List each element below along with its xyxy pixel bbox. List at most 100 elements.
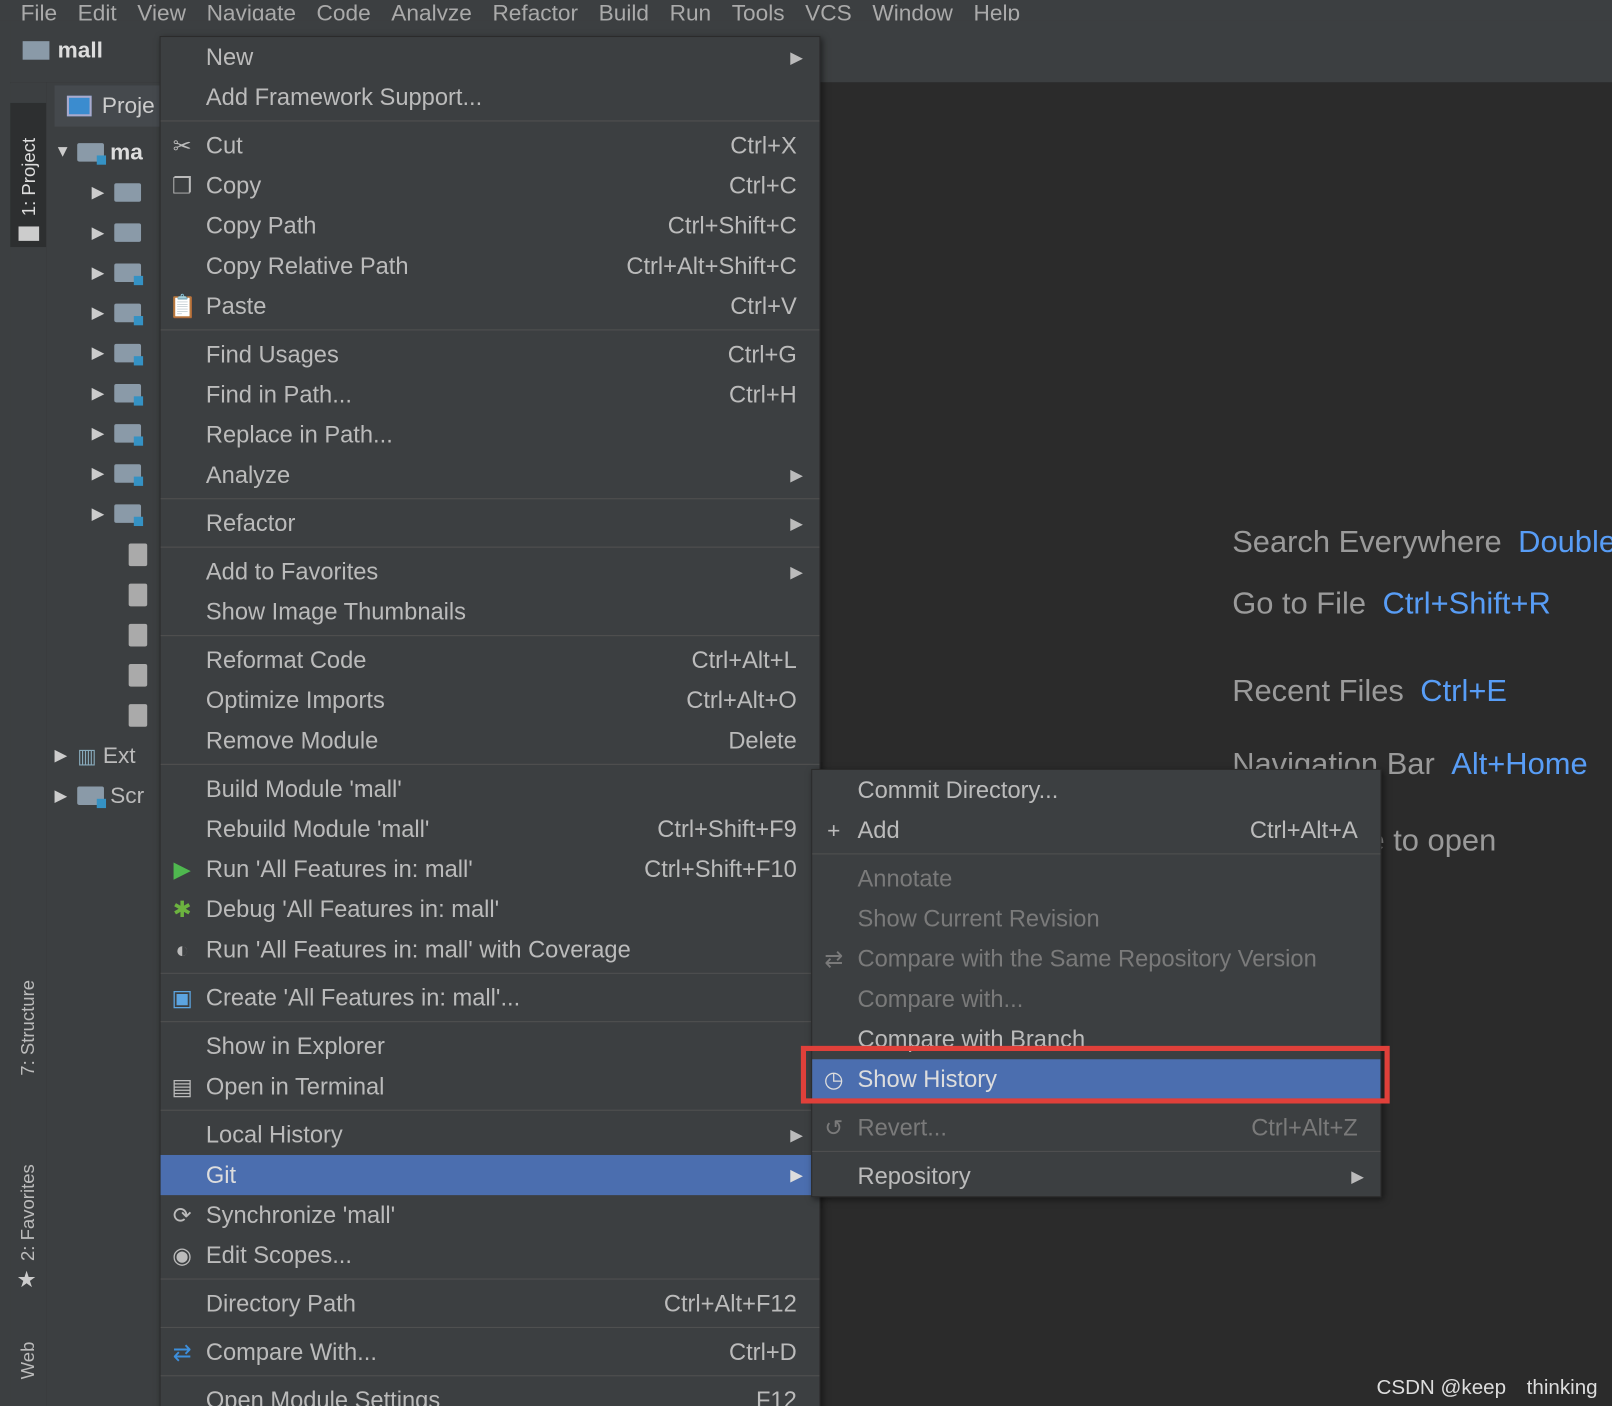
menu-item-open-in-terminal[interactable]: ▤ Open in Terminal (161, 1066, 820, 1106)
tree-node[interactable]: ▶ (92, 335, 148, 372)
menu-item-edit-scopes[interactable]: ◉ Edit Scopes... (161, 1235, 820, 1275)
tree-node[interactable]: ▶ (92, 455, 148, 492)
menu-item-copy[interactable]: ❐ Copy Ctrl+C (161, 166, 820, 206)
menu-item-label: Revert... (857, 1113, 947, 1141)
collapse-arrow-icon[interactable]: ▶ (92, 383, 115, 404)
menubar-item-tools[interactable]: Tools (732, 0, 785, 21)
menu-item-new[interactable]: New ▶ (161, 37, 820, 77)
menu-item-paste[interactable]: 📋 Paste Ctrl+V (161, 286, 820, 326)
menu-item-directory-path[interactable]: Directory Path Ctrl+Alt+F12 (161, 1284, 820, 1324)
collapse-arrow-icon[interactable]: ▶ (92, 423, 115, 444)
menubar-item-view[interactable]: View (137, 0, 186, 21)
menu-separator (160, 970, 820, 978)
collapse-arrow-icon[interactable]: ▶ (92, 463, 115, 484)
collapse-arrow-icon[interactable]: ▶ (92, 222, 115, 243)
menu-item-label: Copy Path (205, 212, 317, 239)
menu-item-show-image-thumbnails[interactable]: Show Image Thumbnails (161, 592, 820, 632)
collapse-arrow-icon[interactable]: ▶ (92, 262, 115, 283)
menu-item-replace-in-path[interactable]: Replace in Path... (161, 415, 820, 455)
menu-item-annotate[interactable]: Annotate (812, 859, 1380, 899)
menu-item-reformat-code[interactable]: Reformat Code Ctrl+Alt+L (161, 640, 820, 680)
folder-icon (114, 504, 144, 527)
collapse-arrow-icon[interactable]: ▶ (92, 182, 115, 203)
tree-node[interactable]: ▶ ▥ Ext (55, 737, 136, 774)
menu-item-copy-path[interactable]: Copy Path Ctrl+Shift+C (161, 206, 820, 246)
menu-item-analyze[interactable]: Analyze ▶ (161, 455, 820, 495)
tool-window-structure[interactable]: 7: Structure (17, 980, 39, 1076)
tree-node[interactable] (128, 657, 154, 694)
menu-item-rebuild-module-mall[interactable]: Rebuild Module 'mall' Ctrl+Shift+F9 (161, 809, 820, 849)
menubar-item-window[interactable]: Window (872, 0, 953, 21)
menubar-item-build[interactable]: Build (599, 0, 649, 21)
collapse-arrow-icon[interactable]: ▶ (92, 303, 115, 324)
menu-item-remove-module[interactable]: Remove Module Delete (161, 721, 820, 761)
menu-item-find-in-path[interactable]: Find in Path... Ctrl+H (161, 375, 820, 415)
menu-item-add-to-favorites[interactable]: Add to Favorites ▶ (161, 552, 820, 592)
tree-node[interactable]: ▼ ma (55, 134, 143, 171)
tree-node[interactable]: ▶ (92, 415, 148, 452)
menu-item-compare-with[interactable]: Compare with... (812, 979, 1380, 1019)
menu-item-add-framework-support[interactable]: Add Framework Support... (161, 77, 820, 117)
menu-separator (160, 495, 820, 503)
menubar-item-refactor[interactable]: Refactor (492, 0, 578, 21)
menu-item-cut[interactable]: ✂ Cut Ctrl+X (161, 126, 820, 166)
menu-item-repository[interactable]: Repository ▶ (812, 1156, 1380, 1196)
menubar-item-help[interactable]: Help (973, 0, 1020, 21)
tool-window-project-button[interactable]: 1: Project (10, 102, 47, 248)
tree-node[interactable]: ▶ (92, 375, 148, 412)
expand-arrow-icon[interactable]: ▼ (55, 143, 78, 162)
menubar-item-edit[interactable]: Edit (78, 0, 117, 21)
menu-item-local-history[interactable]: Local History ▶ (161, 1115, 820, 1155)
tool-window-favorites[interactable]: 2: Favorites (17, 1164, 39, 1261)
tree-node[interactable] (128, 536, 154, 573)
menu-item-git[interactable]: Git ▶ (160, 1154, 820, 1196)
tree-node[interactable] (128, 576, 154, 613)
menu-item-synchronize-mall[interactable]: ⟳ Synchronize 'mall' (161, 1195, 820, 1235)
project-view-tab[interactable]: Proje (54, 85, 168, 127)
menu-item-add[interactable]: + Add Ctrl+Alt+A (812, 810, 1380, 850)
menu-item-run-all-features-in-mall[interactable]: ▶ Run 'All Features in: mall' Ctrl+Shift+F… (161, 849, 820, 889)
hint-shortcut: Double Shift (1518, 524, 1612, 559)
file-icon (128, 663, 148, 687)
menubar-item-code[interactable]: Code (317, 0, 371, 21)
menu-item-build-module-mall[interactable]: Build Module 'mall' (161, 769, 820, 809)
file-icon (128, 623, 148, 647)
library-icon: ▥ (77, 744, 97, 768)
menu-item-compare-with[interactable]: ⇄ Compare With... Ctrl+D (161, 1332, 820, 1372)
menu-separator (160, 1324, 820, 1332)
tree-node[interactable] (128, 617, 154, 654)
breadcrumb-project[interactable]: mall (58, 37, 103, 64)
menu-item-find-usages[interactable]: Find Usages Ctrl+G (161, 335, 820, 375)
menu-item-show-current-revision[interactable]: Show Current Revision (812, 899, 1380, 939)
collapse-arrow-icon[interactable]: ▶ (92, 343, 115, 364)
collapse-arrow-icon[interactable]: ▶ (55, 745, 78, 766)
tree-node[interactable]: ▶ (92, 174, 148, 211)
menubar-item-run[interactable]: Run (670, 0, 712, 21)
tree-node[interactable]: ▶ (92, 495, 148, 532)
menu-item-commit-directory[interactable]: Commit Directory... (812, 770, 1380, 810)
menu-item-compare-with-the-same-repository-version[interactable]: ⇄ Compare with the Same Repository Versio… (812, 939, 1380, 979)
menu-item-copy-relative-path[interactable]: Copy Relative Path Ctrl+Alt+Shift+C (161, 246, 820, 286)
tree-node[interactable] (128, 697, 154, 734)
menu-item-revert[interactable]: ↺ Revert... Ctrl+Alt+Z (812, 1108, 1380, 1148)
menu-item-open-module-settings[interactable]: Open Module Settings F12 (161, 1380, 820, 1406)
tree-node[interactable]: ▶ (92, 214, 148, 251)
tree-node[interactable]: ▶ (92, 254, 148, 291)
menubar-item-vcs[interactable]: VCS (805, 0, 852, 21)
menubar-item-analyze[interactable]: Analyze (391, 0, 472, 21)
tool-window-web[interactable]: Web (17, 1342, 39, 1380)
tree-node[interactable]: ▶ (92, 294, 148, 331)
menubar-item-file[interactable]: File (21, 0, 57, 21)
menu-item-run-all-features-in-mall-with-coverage[interactable]: ◐ Run 'All Features in: mall' with Covera… (161, 930, 820, 970)
menu-item-create-all-features-in-mall[interactable]: ▣ Create 'All Features in: mall'... (161, 978, 820, 1018)
collapse-arrow-icon[interactable]: ▶ (55, 785, 78, 806)
menu-item-label: Analyze (205, 461, 291, 488)
menu-item-refactor[interactable]: Refactor ▶ (161, 503, 820, 543)
menu-item-debug-all-features-in-mall[interactable]: ✱ Debug 'All Features in: mall' (161, 889, 820, 929)
collapse-arrow-icon[interactable]: ▶ (92, 503, 115, 524)
menu-separator (160, 1107, 820, 1115)
tree-node[interactable]: ▶ Scr (55, 777, 145, 814)
menubar-item-navigate[interactable]: Navigate (207, 0, 296, 21)
menu-item-show-in-explorer[interactable]: Show in Explorer (161, 1026, 820, 1066)
menu-item-optimize-imports[interactable]: Optimize Imports Ctrl+Alt+O (161, 680, 820, 720)
